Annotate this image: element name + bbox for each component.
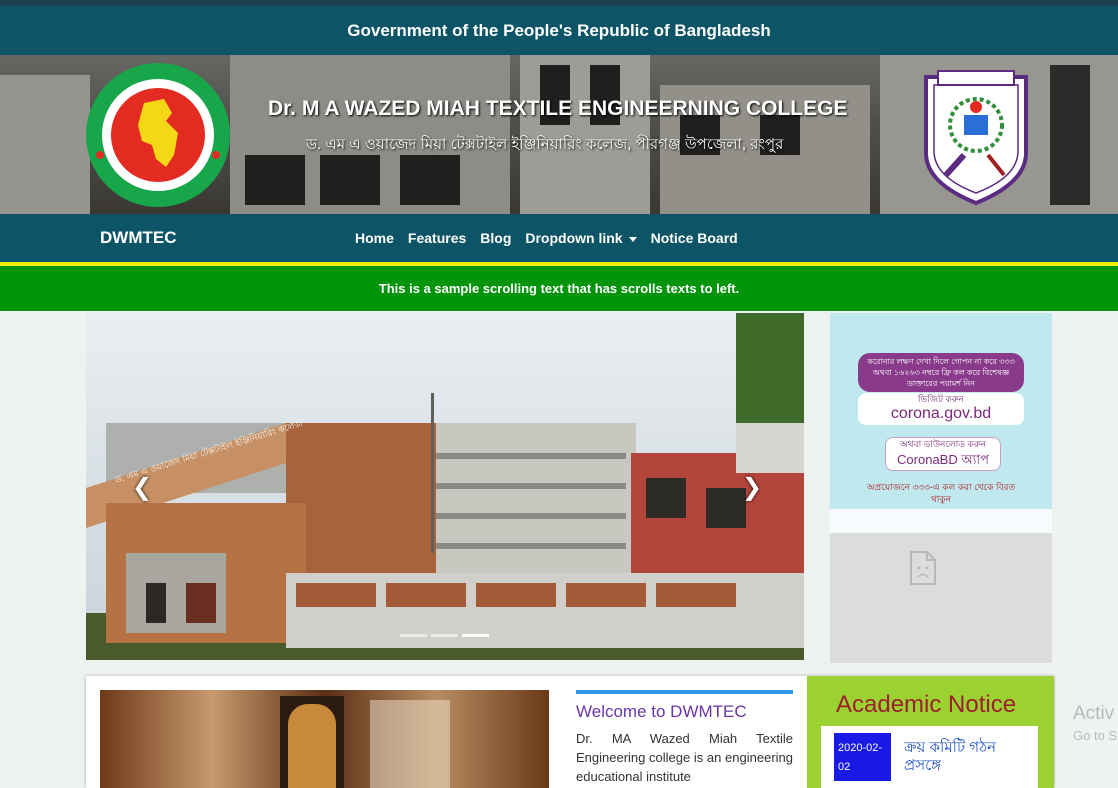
scrolling-marquee: This is a sample scrolling text that has… — [0, 266, 1118, 311]
college-crest-logo — [924, 70, 1028, 206]
office-photo — [100, 690, 549, 788]
poster-visit-label: ভিজিট করুন — [918, 394, 964, 404]
caret-down-icon — [628, 236, 637, 242]
activate-windows-watermark: Activ Go to S — [1073, 703, 1117, 747]
watermark-line1: Activ — [1073, 703, 1115, 724]
nav-home[interactable]: Home — [355, 230, 394, 246]
poster-warning-pill: করোনার লক্ষণ দেখা দিলে গোপন না করে ৩৩৩ অ… — [858, 353, 1024, 392]
welcome-text: Dr. MA Wazed Miah Textile Engineering co… — [576, 731, 793, 784]
carousel-indicators — [400, 634, 489, 637]
government-bar: Government of the People's Republic of B… — [0, 6, 1118, 55]
notice-link[interactable]: ক্রয় কমিটি গঠন প্রসঙ্গে — [904, 739, 1024, 775]
bangladesh-government-logo — [86, 63, 230, 207]
watermark-line2: Go to S — [1073, 728, 1118, 743]
notice-date: 2020-02-02 — [834, 733, 891, 781]
poster-app-name: CoronaBD অ্যাপ — [897, 452, 989, 467]
poster-logo-strip — [830, 509, 1052, 533]
carousel-prev-icon[interactable]: ❮ — [132, 473, 152, 502]
image-carousel[interactable]: ড. এম এ ওয়াজেদ মিয়া টেক্সটাইল ইঞ্জিনিয… — [86, 313, 804, 660]
college-title: Dr. M A WAZED MIAH TEXTILE ENGINEERNING … — [268, 97, 848, 120]
college-subtitle: ড. এম এ ওয়াজেদ মিয়া টেক্সটাইল ইঞ্জিনিয… — [306, 136, 784, 153]
header-banner: Dr. M A WAZED MIAH TEXTILE ENGINEERNING … — [0, 55, 1118, 214]
carousel-indicator-1[interactable] — [400, 634, 427, 637]
poster-visit-box: ভিজিট করুন corona.gov.bd — [858, 393, 1024, 425]
college-building-photo: ড. এম এ ওয়াজেদ মিয়া টেক্সটাইল ইঞ্জিনিয… — [86, 313, 804, 660]
nav-dropdown[interactable]: Dropdown link — [525, 230, 637, 246]
nav-menu: Home Features Blog Dropdown link Notice … — [355, 230, 738, 246]
poster-visit-url: corona.gov.bd — [890, 405, 992, 422]
main-navbar: DWMTEC Home Features Blog Dropdown link … — [0, 214, 1118, 262]
academic-notice-panel: Academic Notice 2020-02-02 ক্রয় কমিটি গ… — [807, 676, 1054, 788]
marquee-text: This is a sample scrolling text that has… — [378, 281, 740, 296]
content-section: Welcome to DWMTEC Dr. MA Wazed Miah Text… — [86, 676, 1054, 788]
navbar-brand[interactable]: DWMTEC — [100, 228, 176, 248]
nav-blog[interactable]: Blog — [480, 230, 511, 246]
welcome-rule — [576, 690, 793, 694]
corona-poster[interactable]: করোনার লক্ষণ দেখা দিলে গোপন না করে ৩৩৩ অ… — [830, 313, 1052, 533]
carousel-indicator-2[interactable] — [431, 634, 458, 637]
nav-dropdown-label: Dropdown link — [525, 230, 623, 246]
carousel-next-icon[interactable]: ❯ — [742, 473, 762, 502]
welcome-title: Welcome to DWMTEC — [576, 702, 747, 721]
poster-footer: অপ্রয়োজনে ৩৩৩-এ কল করা থেকে বিরত থাকুন — [866, 482, 1016, 504]
poster-download-label: অথবা ডাউনলোড করুন — [900, 439, 986, 449]
notice-title: Academic Notice — [836, 691, 1017, 718]
broken-image-icon — [910, 551, 936, 585]
nav-features[interactable]: Features — [408, 230, 466, 246]
nav-notice-board[interactable]: Notice Board — [651, 230, 738, 246]
carousel-indicator-3[interactable] — [462, 634, 489, 637]
side-panel: করোনার লক্ষণ দেখা দিলে গোপন না করে ৩৩৩ অ… — [830, 313, 1052, 663]
poster-app-box: অথবা ডাউনলোড করুন CoronaBD অ্যাপ — [885, 437, 1001, 471]
government-text: Government of the People's Republic of B… — [347, 20, 771, 40]
notice-item[interactable]: 2020-02-02 ক্রয় কমিটি গঠন প্রসঙ্গে — [821, 726, 1038, 788]
